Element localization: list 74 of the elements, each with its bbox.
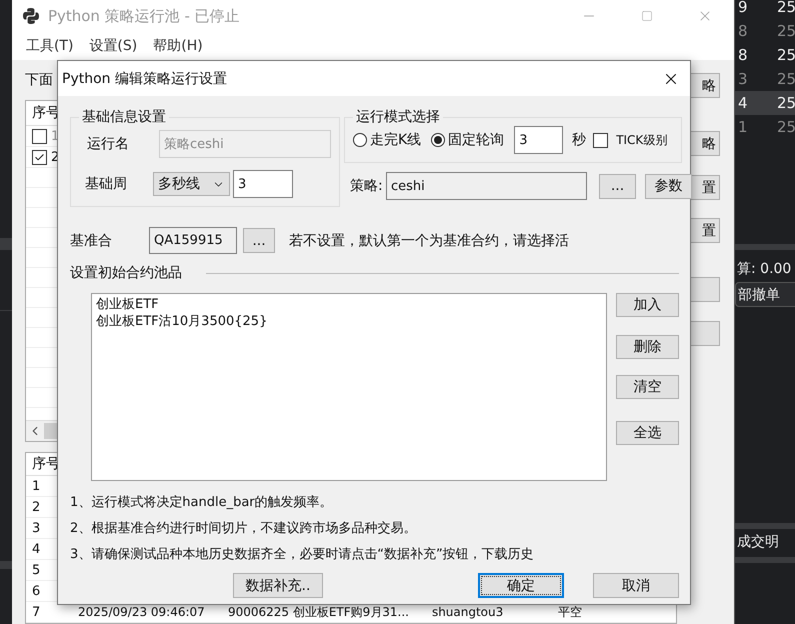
period-field[interactable]: 3 <box>233 170 293 198</box>
radio-button[interactable] <box>431 133 446 147</box>
row-number: 5 <box>32 562 40 578</box>
params-button[interactable]: 参数 <box>645 174 692 198</box>
menu-item[interactable]: 帮助(H) <box>147 37 209 55</box>
dialog-button[interactable]: 数据补充.. <box>233 573 323 598</box>
note-text: 3、请确保测试品种本地历史数据齐全，必要时请点击“数据补充”按钮，下载历史 <box>70 546 535 563</box>
list-item[interactable]: 创业板ETF沽10月3500{25} <box>96 313 602 330</box>
table-cell-text: 3 <box>737 70 749 88</box>
tick-label: TICK级别 <box>616 132 668 148</box>
radio-button[interactable] <box>353 133 367 147</box>
table-cell: 25 <box>777 46 795 64</box>
radio-label: 固定轮询 <box>448 131 504 149</box>
table-cell-text: 1 <box>737 118 749 136</box>
row-number: 6 <box>32 584 40 598</box>
run-name-label: 运行名 <box>86 135 130 153</box>
row-number: 1 <box>32 478 40 494</box>
tick-checkbox[interactable] <box>593 132 608 148</box>
menu-item[interactable]: 工具(T) <box>20 37 80 55</box>
splitter-bar <box>0 238 12 250</box>
table-cell-text: shuangtou3 <box>432 605 504 619</box>
table-cell: 25 <box>777 22 795 40</box>
table-cell: 25 <box>777 118 795 136</box>
table-cell: 25 <box>777 94 795 112</box>
row-number: 2 <box>32 500 40 514</box>
table-cell: 25 <box>777 70 795 88</box>
dialog-button[interactable]: 取消 <box>593 573 679 598</box>
table-cell-text: 2025/09/23 09:46:07 <box>78 605 206 619</box>
check-icon <box>34 152 45 162</box>
row-number: 7 <box>32 604 40 620</box>
section-title: 设置初始合约池品 <box>70 264 182 282</box>
strategy-field[interactable]: ceshi <box>386 172 587 200</box>
table-cell-text: 8 <box>737 22 749 40</box>
group-title: 基础信息设置 <box>81 108 167 126</box>
row-number: 4 <box>32 542 40 556</box>
benchmark-label: 基准合 <box>70 232 113 250</box>
trade-detail-tab[interactable]: 成交明 <box>735 533 795 551</box>
benchmark-field[interactable]: QA159915 <box>149 227 237 254</box>
interval-field[interactable]: 3 <box>514 126 564 154</box>
table-cell-text: 90006225 创业板ETF购9月31... <box>228 604 410 620</box>
row-number: 1 <box>50 128 60 144</box>
note-text: 1、运行模式将决定handle_bar的触发频率。 <box>70 494 334 511</box>
menu-item[interactable]: 设置(S) <box>83 37 144 55</box>
contract-list[interactable]: 创业板ETF 创业板ETF沽10月3500{25} <box>91 293 607 481</box>
row-checkbox[interactable] <box>32 150 47 164</box>
strategy-label: 策略: <box>350 177 382 195</box>
browse-button[interactable]: ... <box>599 174 636 198</box>
pool-button[interactable]: 删除 <box>616 335 679 359</box>
dialog-title: Python 编辑策略运行设置 <box>62 70 227 88</box>
list-item[interactable]: 创业板ETF <box>96 296 602 313</box>
hint-text: 若不设置，默认第一个为基准合约，请选择活 <box>289 232 569 250</box>
table-cell-text: 9 <box>737 0 749 16</box>
unit-label: 秒 <box>572 131 586 149</box>
row-number: 3 <box>32 520 40 536</box>
table-cell-text: 平空 <box>558 604 583 620</box>
table-cell-text: 8 <box>737 46 749 64</box>
summary-text: 算: 0.00 <box>736 260 792 278</box>
period-label: 基础周 <box>84 175 128 193</box>
dialog-button[interactable]: 确定 <box>478 573 564 598</box>
browse-button[interactable]: ... <box>243 228 275 253</box>
window-title: Python 策略运行池 - 已停止 <box>48 6 240 26</box>
splitter-bar <box>0 561 12 569</box>
pool-button[interactable]: 全选 <box>616 421 679 445</box>
period-select[interactable]: 多秒线 <box>153 172 230 196</box>
group-title: 运行模式选择 <box>355 108 441 126</box>
pool-button[interactable]: 清空 <box>616 375 679 399</box>
intro-text: 下面 <box>24 71 53 89</box>
table-cell: 25 <box>777 0 795 16</box>
table-cell-text: 4 <box>737 94 749 112</box>
note-text: 2、根据基准合约进行时间切片，不建议跨市场多品种交易。 <box>70 520 418 537</box>
python-logo-icon <box>22 7 40 25</box>
pool-button[interactable]: 加入 <box>616 293 679 317</box>
cancel-all-button[interactable]: 部撤单 <box>735 282 795 307</box>
radio-label: 走完K线 <box>370 131 422 149</box>
